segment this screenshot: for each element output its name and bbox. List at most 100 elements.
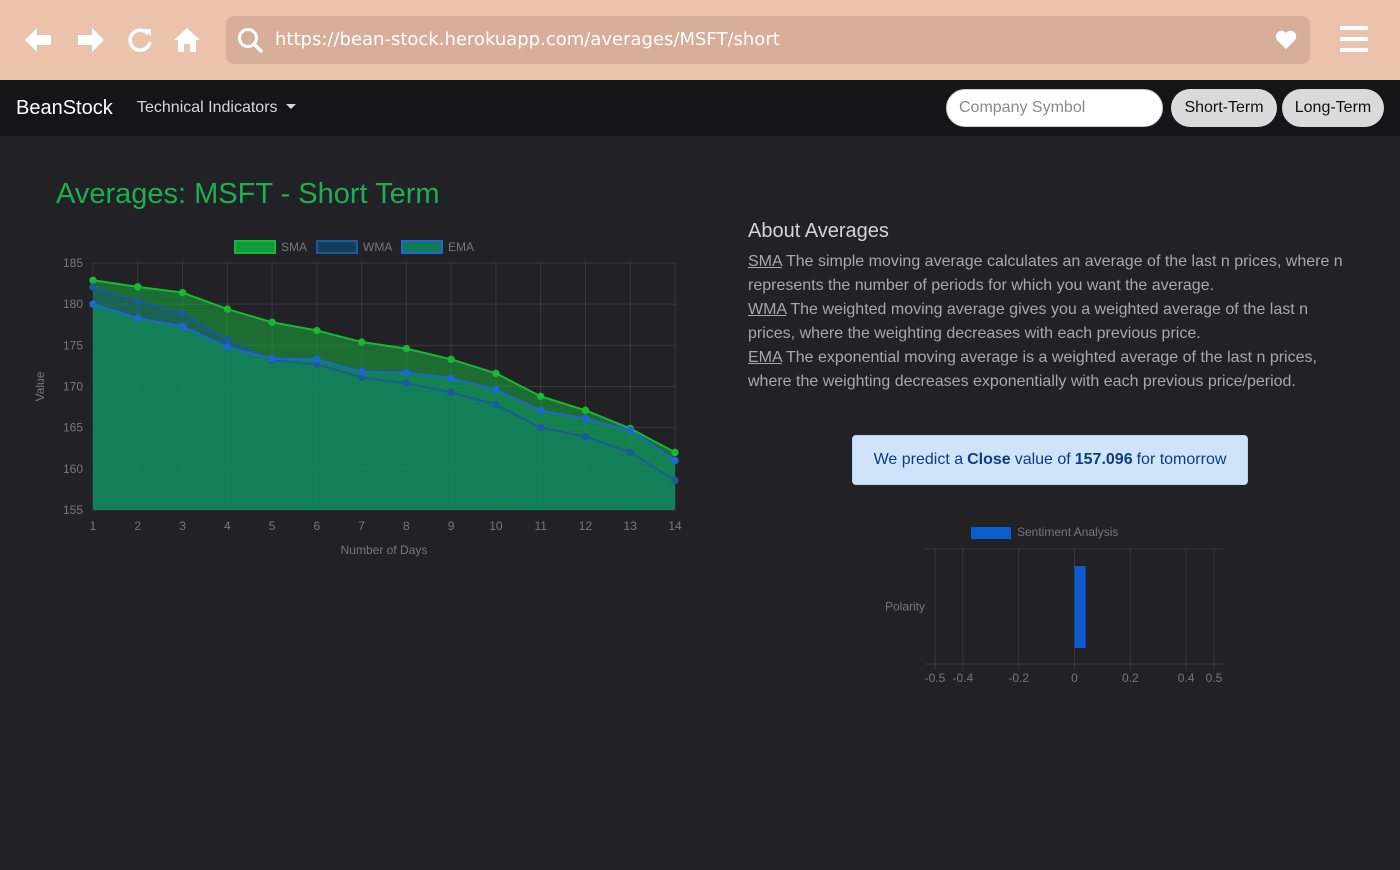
- point-sma: [447, 355, 455, 364]
- y-tick-label: 160: [63, 462, 83, 476]
- dropdown-label: Technical Indicators: [137, 99, 278, 116]
- sma-abbr: SMA: [748, 253, 782, 270]
- url-text: https://bean-stock.herokuapp.com/average…: [275, 29, 780, 50]
- point-sma: [581, 406, 590, 415]
- legend-label-sma: SMA: [281, 240, 307, 254]
- x-tick-label: 2: [134, 519, 141, 533]
- x-tick-label: 7: [358, 519, 365, 533]
- search-icon: [238, 28, 263, 53]
- x-tick-label: 3: [179, 519, 186, 533]
- y-tick-label: 185: [63, 256, 83, 270]
- legend-label-ema: EMA: [448, 240, 474, 254]
- browser-toolbar: https://bean-stock.herokuapp.com/average…: [0, 0, 1400, 80]
- company-symbol-input[interactable]: [946, 89, 1163, 127]
- x-tick-label: 5: [269, 519, 276, 533]
- y-tick-label: 170: [63, 380, 83, 394]
- prediction-alert: We predict a Close value of 157.096 for …: [852, 435, 1248, 485]
- y-tick-label: 180: [63, 297, 83, 311]
- x-tick-label: 14: [668, 519, 682, 533]
- point-ema: [134, 314, 142, 322]
- averages-chart: 1551601651701751801851 2 3 4 5 6 7 8 9 10 11 12 13 14…: [33, 240, 682, 557]
- page-title: Averages: MSFT - Short Term: [56, 178, 440, 210]
- point-ema: [671, 456, 679, 465]
- x-tick-label: 0.4: [1178, 671, 1195, 685]
- x-tick-label: 10: [489, 519, 503, 533]
- legend-label-wma: WMA: [363, 240, 392, 254]
- point-wma: [581, 433, 590, 441]
- point-sma: [402, 344, 411, 353]
- y-axis-title: Value: [33, 371, 47, 401]
- y-tick-label: 155: [63, 503, 83, 517]
- x-tick-label: 9: [448, 519, 455, 533]
- point-ema: [89, 300, 97, 308]
- point-sma: [268, 318, 276, 326]
- about-item-wma: WMA The weighted moving average gives yo…: [748, 298, 1358, 346]
- point-ema: [581, 414, 590, 423]
- brand-logo[interactable]: BeanStock: [16, 97, 113, 120]
- area-ema: [93, 304, 675, 510]
- about-averages: SMA The simple moving average calculates…: [748, 250, 1358, 394]
- point-ema: [178, 322, 187, 331]
- about-item-ema: EMA The exponential moving average is a …: [748, 346, 1358, 394]
- y-tick-label: 175: [63, 338, 83, 352]
- point-ema: [447, 374, 455, 382]
- heart-icon[interactable]: [1274, 28, 1298, 52]
- x-tick-label: 1: [90, 519, 97, 533]
- point-wma: [223, 335, 232, 344]
- prediction-suffix: for tomorrow: [1136, 451, 1227, 468]
- legend-swatch-sma: [234, 240, 276, 254]
- ema-description: The exponential moving average is a weig…: [748, 349, 1317, 390]
- wma-description: The weighted moving average gives you a …: [748, 301, 1309, 342]
- point-wma: [626, 448, 634, 457]
- point-wma: [134, 297, 142, 305]
- sentiment-bar: [1074, 566, 1086, 648]
- x-tick-label: 6: [314, 519, 321, 533]
- legend-label-sentiment: Sentiment Analysis: [1017, 525, 1118, 539]
- caret-down-icon: [285, 104, 296, 109]
- point-sma: [223, 305, 232, 313]
- forward-icon[interactable]: [75, 24, 107, 56]
- point-wma: [492, 400, 500, 409]
- prediction-middle: value of: [1014, 451, 1071, 468]
- x-axis-title: Number of Days: [341, 543, 428, 557]
- point-ema: [402, 368, 411, 377]
- x-tick-label: 12: [579, 519, 593, 533]
- x-tick-label: -0.2: [1008, 671, 1029, 685]
- legend-swatch-wma: [316, 240, 358, 254]
- prediction-field: Close: [967, 451, 1011, 468]
- point-sma: [492, 369, 500, 378]
- point-ema: [536, 406, 545, 415]
- short-term-button[interactable]: Short-Term: [1171, 89, 1277, 127]
- x-tick-label: 11: [534, 519, 547, 533]
- point-ema: [313, 355, 321, 364]
- x-tick-label: -0.4: [953, 671, 974, 685]
- point-sma: [134, 283, 142, 291]
- point-sma: [178, 288, 187, 297]
- technical-indicators-dropdown[interactable]: Technical Indicators: [137, 99, 296, 117]
- x-tick-label: -0.5: [925, 671, 946, 685]
- y-category-label: Polarity: [885, 600, 925, 614]
- point-ema: [357, 367, 366, 376]
- legend-swatch-ema: [401, 240, 443, 254]
- about-item-sma: SMA The simple moving average calculates…: [748, 250, 1358, 298]
- point-ema: [268, 354, 276, 363]
- point-sma: [357, 338, 366, 346]
- x-tick-label: 0.5: [1206, 671, 1223, 685]
- point-wma: [89, 283, 97, 291]
- point-wma: [447, 388, 455, 396]
- ema-abbr: EMA: [748, 349, 782, 366]
- back-icon[interactable]: [22, 24, 54, 56]
- point-ema: [223, 343, 232, 351]
- long-term-button[interactable]: Long-Term: [1282, 89, 1384, 127]
- y-tick-label: 165: [63, 421, 83, 435]
- address-bar[interactable]: https://bean-stock.herokuapp.com/average…: [226, 16, 1310, 64]
- point-wma: [178, 309, 187, 317]
- prediction-prefix: We predict a: [873, 451, 964, 468]
- menu-icon[interactable]: [1340, 24, 1368, 54]
- sentiment-chart: -0.5 -0.4 -0.2 0 0.2 0.4 0.5 Polarity Sentiment …: [885, 525, 1224, 685]
- home-icon[interactable]: [171, 24, 203, 56]
- x-tick-label: 13: [624, 519, 638, 533]
- reload-icon[interactable]: [124, 24, 156, 56]
- sma-description: The simple moving average calculates an …: [748, 253, 1343, 294]
- legend-swatch-sentiment: [971, 527, 1011, 539]
